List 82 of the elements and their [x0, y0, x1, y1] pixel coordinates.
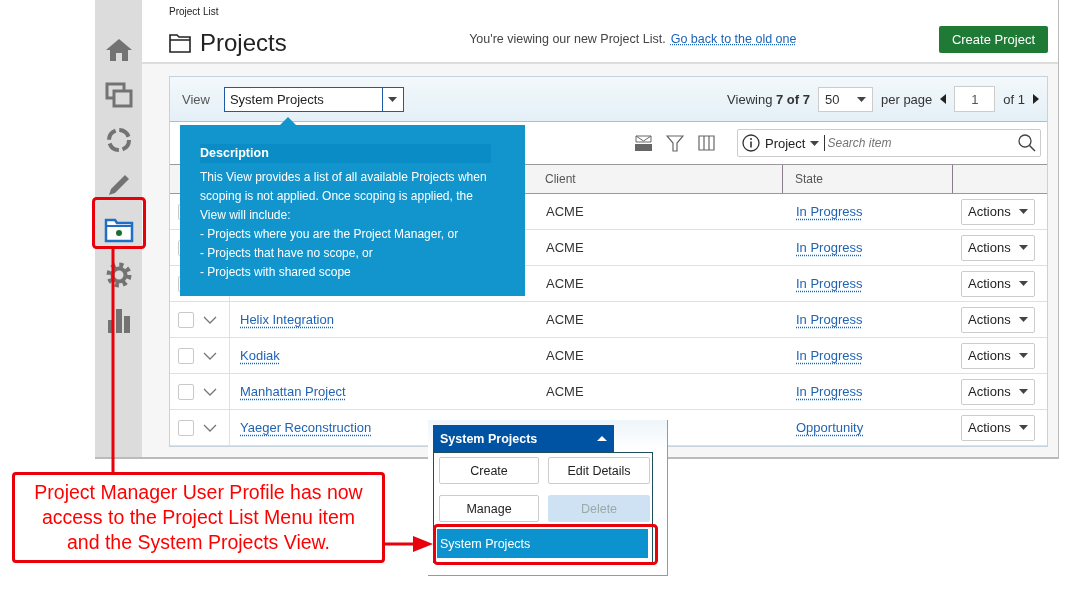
windows-icon[interactable] — [104, 81, 133, 108]
create-project-button[interactable]: Create Project — [938, 26, 1048, 53]
caret-icon — [1018, 281, 1028, 286]
notice-text: You're viewing our new Project List. — [469, 32, 666, 46]
gear-icon[interactable] — [104, 260, 133, 289]
client-text: ACME — [546, 276, 584, 291]
viewing-count: Viewing 7 of 7 — [727, 91, 810, 107]
actions-button[interactable]: Actions — [961, 270, 1035, 297]
menu-button[interactable]: Edit Details — [548, 457, 650, 484]
tooltip-text: This View provides a list of all available Projects when scoping is not applied. Once scoping is applied, the View will include: — [200, 169, 488, 224]
column-header: State — [795, 172, 824, 186]
chevron-down-icon[interactable] — [203, 351, 217, 360]
view-label: View — [182, 91, 210, 107]
checkbox[interactable] — [178, 347, 194, 364]
client-text: ACME — [546, 348, 584, 363]
search-icon[interactable] — [1018, 134, 1036, 152]
tooltip-bullet: - Projects that have no scope, or — [200, 245, 374, 262]
project-link[interactable]: Kodiak — [240, 348, 280, 363]
actions-button[interactable]: Actions — [961, 378, 1035, 405]
ring-icon[interactable] — [104, 125, 133, 154]
actions-button[interactable]: Actions — [961, 414, 1035, 441]
callout-text: Project Manager User Profile has now access to the Project List Menu item and the System Projects View. — [33, 480, 364, 555]
caret-icon — [1018, 317, 1028, 322]
menu-button[interactable]: Create — [439, 457, 539, 484]
project-link[interactable]: Manhattan Project — [240, 384, 346, 399]
columns-icon[interactable] — [698, 135, 715, 151]
chevron-down-icon[interactable] — [203, 387, 217, 396]
caret-icon — [1018, 389, 1028, 394]
actions-button[interactable]: Actions — [961, 198, 1035, 225]
state-link[interactable]: In Progress — [796, 348, 863, 363]
highlight-frame — [92, 197, 146, 249]
actions-button[interactable]: Actions — [961, 306, 1035, 333]
view-select[interactable]: System Projects — [433, 425, 614, 452]
info-icon — [742, 134, 760, 152]
caret-icon — [810, 140, 820, 146]
next-page-icon[interactable] — [1033, 94, 1039, 104]
print-icon[interactable] — [635, 135, 652, 151]
page-title: Projects — [200, 29, 287, 57]
search-field[interactable]: Project Search item — [737, 129, 1041, 157]
checkbox[interactable] — [178, 383, 194, 400]
client-text: ACME — [546, 240, 584, 255]
column-header: Client — [545, 172, 576, 186]
client-text: ACME — [546, 204, 584, 219]
state-link[interactable]: In Progress — [796, 312, 863, 327]
per-page-label: per page — [881, 91, 933, 107]
client-text: ACME — [546, 312, 584, 327]
project-link[interactable]: Yaeger Reconstruction — [240, 420, 372, 435]
folder-icon[interactable] — [103, 216, 134, 243]
actions-button[interactable]: Actions — [961, 234, 1035, 261]
client-text: ACME — [546, 384, 584, 399]
home-icon[interactable] — [104, 37, 133, 62]
caret-icon — [388, 96, 398, 102]
page-count: of 1 — [1003, 91, 1025, 107]
caret-icon — [857, 96, 866, 102]
tooltip-title: Description — [200, 144, 491, 163]
breadcrumb: Project List — [169, 6, 220, 17]
state-link[interactable]: In Progress — [796, 204, 863, 219]
filter-icon[interactable] — [666, 134, 684, 152]
caret-icon — [1018, 245, 1028, 250]
state-link[interactable]: In Progress — [796, 384, 863, 399]
chevron-down-icon[interactable] — [203, 315, 217, 324]
actions-button[interactable]: Actions — [961, 342, 1035, 369]
chevron-down-icon[interactable] — [203, 423, 217, 432]
checkbox[interactable] — [178, 419, 194, 436]
per-page-select[interactable]: 50 — [818, 86, 873, 112]
project-link[interactable]: Helix Integration — [240, 312, 334, 327]
old-list-link[interactable]: Go back to the old one — [670, 32, 797, 46]
caret-icon — [1018, 353, 1028, 358]
caret-icon — [1018, 425, 1028, 430]
state-link[interactable]: In Progress — [796, 240, 863, 255]
page-input[interactable]: 1 — [954, 86, 996, 112]
checkbox[interactable] — [178, 311, 194, 328]
view-select[interactable]: System Projects — [223, 86, 404, 112]
tooltip-bullet: - Projects where you are the Project Manager, or — [200, 226, 460, 243]
tooltip-bullet: - Projects with shared scope — [200, 264, 352, 281]
caret-up-icon — [597, 436, 607, 441]
folder-icon — [169, 33, 191, 53]
caret-icon — [1018, 209, 1028, 214]
state-link[interactable]: In Progress — [796, 276, 863, 291]
previous-page-icon[interactable] — [940, 94, 947, 104]
state-link[interactable]: Opportunity — [796, 420, 864, 435]
menu-button[interactable]: Manage — [439, 495, 539, 522]
